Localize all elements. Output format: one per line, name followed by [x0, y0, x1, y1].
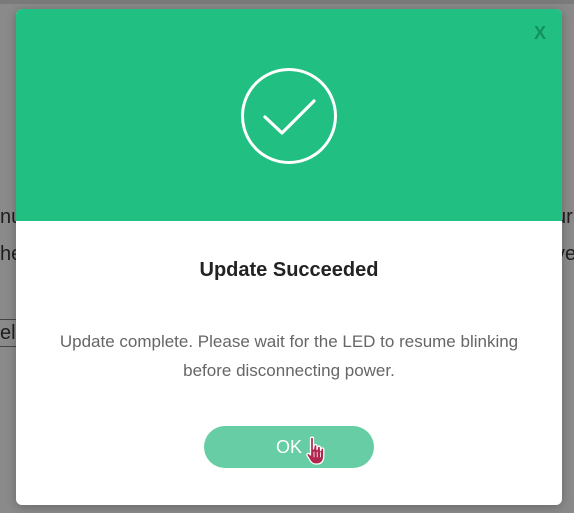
dialog-title: Update Succeeded	[199, 259, 379, 281]
close-button[interactable]: X	[534, 23, 546, 43]
checkmark-circle-icon	[241, 68, 337, 164]
dialog-message: Update complete. Please wait for the LED…	[59, 332, 519, 380]
background-top-bar	[0, 0, 574, 4]
ok-button[interactable]: OK	[204, 426, 374, 468]
dialog-header: X	[16, 9, 562, 221]
hand-pointer-cursor-icon	[306, 436, 325, 465]
update-success-dialog: X Update Succeeded Update complete. Plea…	[16, 9, 562, 505]
